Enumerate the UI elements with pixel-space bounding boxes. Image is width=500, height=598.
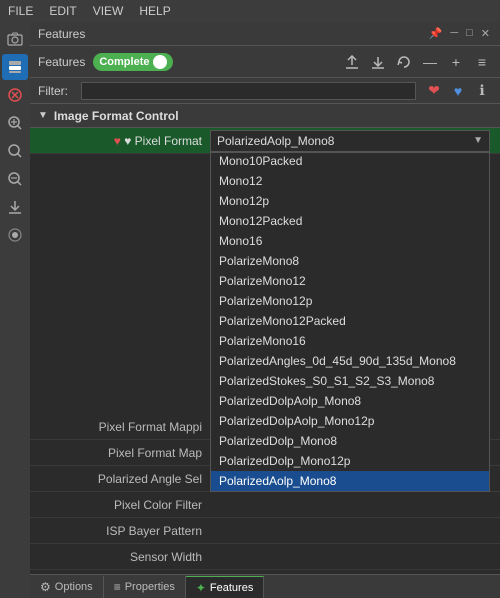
row-label-pixel-format-map: Pixel Format Map [30, 446, 210, 460]
dropdown-item[interactable]: PolarizedDolp_Mono8 [211, 431, 489, 451]
features-toolbar-icons: — + ≡ [342, 52, 492, 72]
row-label-polarized-angle: Polarized Angle Sel [30, 472, 210, 486]
features-tab-icon: ✦ [196, 581, 206, 595]
dropdown-item[interactable]: PolarizeMono8 [211, 251, 489, 271]
dropdown-item[interactable]: PolarizeMono16 [211, 331, 489, 351]
menu-edit[interactable]: EDIT [49, 4, 76, 18]
refresh-icon[interactable] [394, 52, 414, 72]
dropdown-item[interactable]: PolarizeMono12Packed [211, 311, 489, 331]
tab-features[interactable]: ✦ Features [186, 576, 264, 598]
menu-view[interactable]: VIEW [93, 4, 124, 18]
layers-icon[interactable] [2, 54, 28, 80]
features-label: Features [38, 55, 85, 69]
options-icon: ⚙ [40, 580, 51, 594]
menu-bar: FILE EDIT VIEW HELP [0, 0, 500, 22]
close-circle-icon[interactable] [2, 82, 28, 108]
features-toolbar: Features Complete — + ≡ [30, 46, 500, 78]
menu-file[interactable]: FILE [8, 4, 33, 18]
table-row: Sensor Height [30, 570, 500, 574]
panel-controls: 📌 ─ □ ✕ [427, 27, 492, 40]
row-label-pixel-format-mapping: Pixel Format Mappi [30, 420, 210, 434]
row-label-pixel-color: Pixel Color Filter [30, 498, 210, 512]
section-title: Image Format Control [54, 109, 179, 123]
toggle-circle [153, 55, 167, 69]
table-row: ISP Bayer Pattern [30, 518, 500, 544]
download-icon[interactable] [2, 194, 28, 220]
table-row: Pixel Color Filter [30, 492, 500, 518]
panel-maximize-icon[interactable]: □ [464, 27, 475, 40]
circle-dot-icon[interactable] [2, 222, 28, 248]
expand-icon[interactable]: + [446, 52, 466, 72]
complete-toggle[interactable]: Complete [93, 53, 173, 71]
dropdown-item[interactable]: Mono16 [211, 231, 489, 251]
panel-titlebar: Features 📌 ─ □ ✕ [30, 22, 500, 46]
dropdown-item[interactable]: PolarizedDolpAolp_Mono12p [211, 411, 489, 431]
dropdown-item[interactable]: PolarizeMono12p [211, 291, 489, 311]
features-table: ▼ Image Format Control ♥ ♥ Pixel Format … [30, 104, 500, 574]
row-label-pixel-format: ♥ ♥ Pixel Format [30, 134, 210, 148]
panel-pin-icon[interactable]: 📌 [427, 27, 445, 40]
filter-info-icon[interactable]: ℹ [472, 81, 492, 101]
filter-heart-icon[interactable]: ❤ [424, 81, 444, 101]
dropdown-arrow-icon: ▼ [473, 135, 483, 146]
tab-options-label: Options [55, 581, 93, 593]
filter-bar: Filter: ❤ ♥ ℹ [30, 78, 500, 104]
dropdown-item[interactable]: PolarizedAolp_Mono8 [211, 471, 489, 491]
zoom-in-icon[interactable] [2, 110, 28, 136]
content-area: ▼ Image Format Control ♥ ♥ Pixel Format … [30, 104, 500, 574]
row-label-sensor-width: Sensor Width [30, 550, 210, 564]
dropdown-item[interactable]: Mono12 [211, 171, 489, 191]
dropdown-item[interactable]: Mono12p [211, 191, 489, 211]
dropdown-item[interactable]: PolarizedDolp_Mono12p [211, 451, 489, 471]
bottom-tabs: ⚙ Options ≡ Properties ✦ Features [30, 574, 500, 598]
heart-icon: ♥ [114, 134, 124, 148]
row-label-isp-bayer: ISP Bayer Pattern [30, 524, 210, 538]
dropdown-item[interactable]: PolarizedDolpAolp_Mono8 [211, 391, 489, 411]
properties-icon: ≡ [114, 580, 121, 594]
menu-icon[interactable]: ≡ [472, 52, 492, 72]
panel-title: Features [38, 27, 85, 41]
features-panel: Features 📌 ─ □ ✕ Features Complete [30, 22, 500, 598]
main-content: Features 📌 ─ □ ✕ Features Complete [30, 22, 500, 598]
dropdown-item[interactable]: PolarizedStokes_S0_S1_S2_S3_Mono8 [211, 371, 489, 391]
tab-properties[interactable]: ≡ Properties [104, 576, 186, 598]
table-row: Sensor Width [30, 544, 500, 570]
pixel-format-dropdown[interactable]: PolarizedAolp_Mono8 ▼ Mono8Mono10Mono10p… [210, 130, 490, 152]
dropdown-list[interactable]: Mono8Mono10Mono10pMono10PackedMono12Mono… [210, 152, 490, 492]
dropdown-selected[interactable]: PolarizedAolp_Mono8 ▼ [210, 130, 490, 152]
camera-icon[interactable] [2, 26, 28, 52]
dropdown-item[interactable]: Mono10Packed [211, 152, 489, 171]
dropdown-item[interactable]: PolarizeMono12 [211, 271, 489, 291]
filter-icons: ❤ ♥ ℹ [424, 81, 492, 101]
filter-input[interactable] [81, 82, 416, 100]
upload-icon[interactable] [342, 52, 362, 72]
zoom-fit-icon[interactable] [2, 138, 28, 164]
tab-features-label: Features [210, 582, 253, 594]
filter-label: Filter: [38, 84, 73, 98]
panel-close-icon[interactable]: ✕ [479, 27, 492, 40]
collapse-icon[interactable]: — [420, 52, 440, 72]
tab-properties-label: Properties [125, 581, 175, 593]
zoom-out-icon[interactable] [2, 166, 28, 192]
filter-bookmark-icon[interactable]: ♥ [448, 81, 468, 101]
left-toolbar [0, 22, 30, 598]
toggle-label: Complete [99, 56, 149, 68]
panel-minimize-icon[interactable]: ─ [448, 27, 460, 40]
dropdown-value: PolarizedAolp_Mono8 [217, 134, 334, 148]
menu-help[interactable]: HELP [139, 4, 170, 18]
save-icon[interactable] [368, 52, 388, 72]
section-chevron-icon: ▼ [38, 110, 48, 121]
table-row: ♥ ♥ Pixel Format PolarizedAolp_Mono8 ▼ M… [30, 128, 500, 154]
tab-options[interactable]: ⚙ Options [30, 576, 104, 598]
dropdown-item[interactable]: PolarizedAngles_0d_45d_90d_135d_Mono8 [211, 351, 489, 371]
section-header[interactable]: ▼ Image Format Control [30, 104, 500, 128]
dropdown-item[interactable]: Mono12Packed [211, 211, 489, 231]
